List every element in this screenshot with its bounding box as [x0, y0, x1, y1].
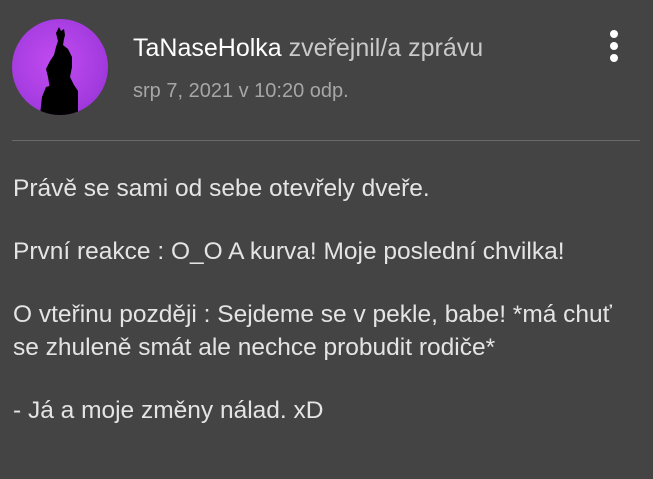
wolf-icon	[40, 27, 78, 115]
more-vertical-icon-dot	[610, 54, 618, 62]
more-menu-button[interactable]	[600, 26, 628, 66]
more-vertical-icon-dot	[610, 42, 618, 50]
author-name[interactable]: TaNaseHolka	[133, 34, 282, 62]
more-vertical-icon	[610, 30, 618, 38]
post-paragraph: O vteřinu později : Sejdeme se v pekle, …	[13, 301, 612, 361]
post-timestamp: srp 7, 2021 v 10:20 odp.	[133, 80, 349, 102]
divider	[12, 140, 640, 141]
post-paragraph: Právě se sami od sebe otevřely dveře.	[13, 175, 430, 202]
avatar[interactable]	[12, 19, 108, 115]
post-header: TaNaseHolka zveřejnil/a zprávu srp 7, 20…	[0, 0, 653, 140]
author-action: zveřejnil/a zprávu	[288, 34, 484, 62]
post-paragraph: První reakce : O_O A kurva! Moje posledn…	[13, 238, 565, 265]
post-body: Právě se sami od sebe otevřely dveře. Pr…	[13, 172, 643, 457]
author-line: TaNaseHolka zveřejnil/a zprávu	[133, 33, 483, 63]
post-paragraph: - Já a moje změny nálad. xD	[13, 397, 324, 424]
